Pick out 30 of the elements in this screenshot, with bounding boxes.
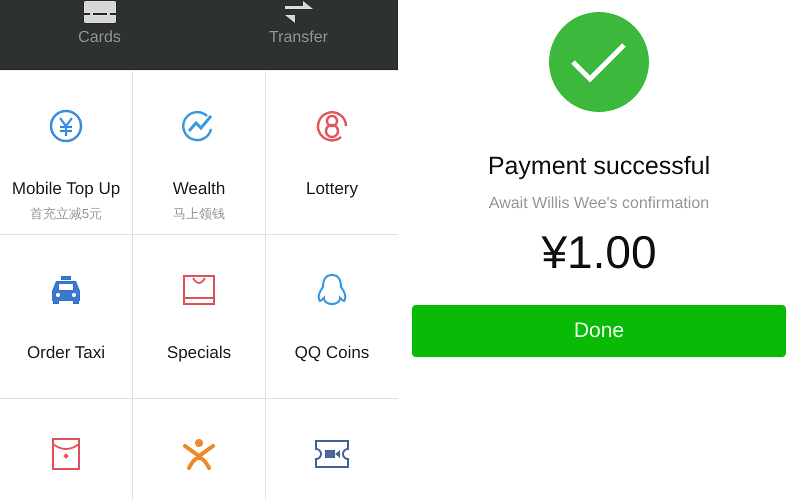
service-label: QQ Coins [294,343,370,363]
yen-coin-icon [49,109,83,143]
payment-title: Payment successful [488,152,710,181]
lottery-icon [315,109,349,143]
confirmation-text: Await Willis Wee's confirmation [488,195,710,213]
service-tile[interactable]: Wealth 马上领钱 [133,71,265,234]
penguin-icon [316,273,348,307]
envelope-icon [52,438,80,470]
service-tile[interactable]: Order Taxi [0,235,132,398]
jumping-person-icon [182,438,216,470]
card-icon[interactable] [84,1,116,23]
service-tile[interactable]: Lottery [266,71,398,234]
top-bar-label[interactable]: Cards [78,29,121,47]
service-tile[interactable]: Mobile Top Up 首充立减5元 [0,71,132,234]
movie-ticket-icon [315,440,349,468]
service-label: Mobile Top Up [12,179,120,199]
shopping-bag-icon [183,275,215,305]
service-label: Wealth [172,179,226,199]
service-label: Order Taxi [26,343,106,363]
top-bar-label[interactable]: Transfer [269,29,328,47]
success-check-icon [549,12,649,112]
transfer-icon[interactable] [284,1,312,23]
taxi-icon [49,275,83,305]
service-label: Lottery [306,179,358,199]
service-subtitle: 首充立减5元 [30,205,102,223]
service-label: Specials [166,343,232,363]
service-tile[interactable]: QQ Coins [266,235,398,398]
payment-amount: ¥1.00 [541,225,657,279]
service-tile[interactable]: Specials [133,235,265,398]
service-subtitle: 马上领钱 [173,205,225,223]
